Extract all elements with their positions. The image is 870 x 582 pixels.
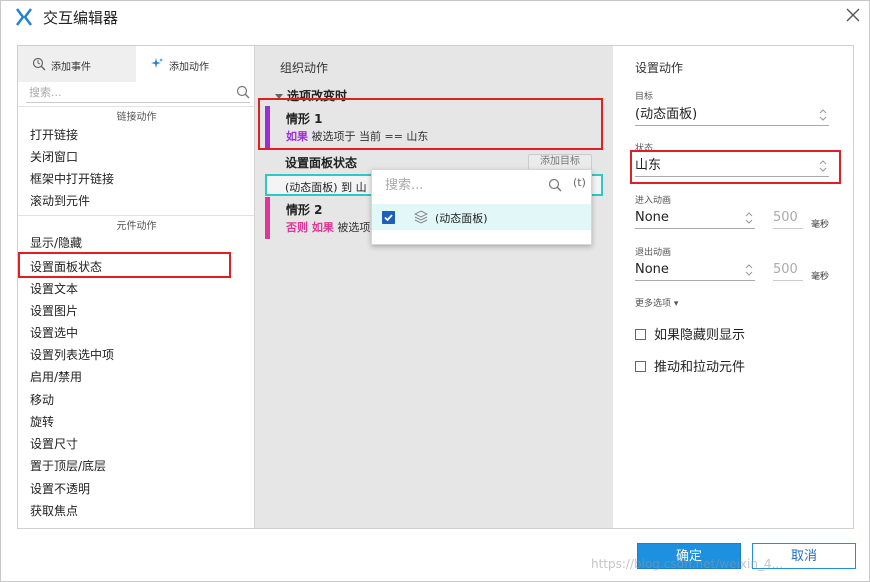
action-search (26, 83, 250, 103)
updown-chevron-icon (819, 160, 827, 172)
enter-anim-label: 进入动画 (635, 196, 672, 206)
action-focus[interactable]: 获取焦点 (30, 501, 78, 521)
tab-add-action[interactable]: 添加动作 (136, 46, 254, 82)
case-2-color-bar (265, 197, 270, 239)
enter-duration-unit: 毫秒 (811, 220, 830, 230)
action-open-in-frame[interactable]: 框架中打开链接 (30, 169, 114, 189)
configure-action-panel: 设置动作 目标 (动态面板) 状态 山东 进入动画 None 500 毫秒 退出… (613, 46, 853, 528)
updown-chevron-icon (819, 109, 827, 121)
exit-anim-value: None (635, 262, 669, 277)
action-set-size[interactable]: 设置尺寸 (30, 434, 78, 454)
divider (18, 215, 254, 216)
case-1-color-bar (265, 106, 270, 148)
tab-add-action-label: 添加动作 (169, 62, 209, 73)
checkbox-box[interactable] (635, 329, 646, 340)
tab-add-event[interactable]: 添加事件 (18, 46, 136, 82)
action-row-text: (动态面板) 到 山 (285, 181, 367, 194)
action-set-text[interactable]: 设置文本 (30, 279, 78, 299)
action-close-window[interactable]: 关闭窗口 (30, 147, 78, 167)
action-search-input[interactable] (26, 83, 216, 101)
action-enable-disable[interactable]: 启用/禁用 (30, 367, 82, 387)
case-1-condition: 如果 被选项于 当前 == 山东 (286, 130, 429, 143)
organize-actions-title: 组织动作 (280, 61, 329, 75)
checkbox-checked-icon[interactable] (382, 211, 395, 224)
action-bring-front-back[interactable]: 置于顶层/底层 (30, 456, 106, 476)
exit-duration-input[interactable]: 500 (773, 259, 803, 281)
case-2-name: 情形 2 (286, 203, 323, 217)
watermark-text: https://blog.csdn.net/weixin_4... (591, 557, 784, 571)
more-options-toggle[interactable]: 更多选项 ▾ (635, 296, 678, 309)
interaction-editor-dialog: 交互编辑器 添加事件 添加动作 搜索... 链接动作 打开链接 关闭窗口 框架中… (0, 0, 870, 582)
action-show-hide[interactable]: 显示/隐藏 (30, 233, 82, 253)
popup-option-row[interactable]: (动态面板) (372, 204, 591, 230)
target-dropdown-popup: 搜索... (t) (动态面板) (371, 169, 592, 245)
exit-duration-unit: 毫秒 (811, 272, 830, 282)
sparkle-icon (151, 58, 163, 68)
action-name: 设置面板状态 (285, 156, 358, 170)
panel-tabs: 添加事件 添加动作 (18, 46, 254, 82)
search-icon[interactable] (548, 178, 562, 192)
case-1-name: 情形 1 (286, 112, 323, 126)
event-header[interactable]: 选项改变时 (275, 87, 347, 104)
action-open-link[interactable]: 打开链接 (30, 125, 78, 145)
state-label: 状态 (635, 144, 654, 154)
tab-add-event-label: 添加事件 (51, 62, 91, 73)
close-icon[interactable] (845, 7, 861, 23)
title-bar: 交互编辑器 (1, 1, 869, 33)
popup-option-label: (动态面板) (435, 212, 488, 225)
popup-filter-t[interactable]: (t) (573, 176, 586, 189)
case-2-condition: 否则 如果 被选项 (286, 221, 371, 234)
action-rotate[interactable]: 旋转 (30, 412, 54, 432)
action-set-panel-state[interactable]: 设置面板状态 (30, 257, 102, 277)
enter-anim-value: None (635, 210, 669, 225)
enter-anim-select[interactable]: None (635, 207, 755, 229)
push-pull-checkbox[interactable]: 推动和拉动元件 (635, 356, 745, 375)
event-name: 选项改变时 (287, 89, 348, 103)
configure-action-title: 设置动作 (635, 61, 684, 75)
window-title: 交互编辑器 (43, 9, 119, 27)
exit-anim-label: 退出动画 (635, 248, 672, 258)
group-title-widget: 元件动作 (116, 221, 157, 232)
action-move[interactable]: 移动 (30, 390, 54, 410)
action-scroll-to[interactable]: 滚动到元件 (30, 191, 90, 211)
show-if-hidden-checkbox[interactable]: 如果隐藏则显示 (635, 324, 745, 343)
state-value: 山东 (635, 158, 662, 173)
checkbox-box[interactable] (635, 361, 646, 372)
actions-panel: 添加事件 添加动作 链接动作 打开链接 (18, 46, 255, 528)
add-target-button[interactable]: 添加目标 (528, 154, 592, 170)
search-icon[interactable] (236, 85, 250, 99)
organize-actions-panel: 组织动作 选项改变时 情形 1 如果 被选项于 当前 == 山东 设置面板状态 … (255, 46, 613, 528)
updown-chevron-icon (745, 212, 753, 224)
action-set-list-selection[interactable]: 设置列表选中项 (30, 345, 114, 365)
layers-icon (414, 210, 428, 224)
editor-content: 添加事件 添加动作 链接动作 打开链接 (17, 45, 854, 529)
action-set-opacity[interactable]: 设置不透明 (30, 479, 90, 499)
group-title-link: 链接动作 (116, 112, 157, 123)
enter-duration-input[interactable]: 500 (773, 207, 803, 229)
axure-logo-icon (16, 8, 32, 26)
collapse-caret-icon (275, 94, 283, 99)
action-set-selected[interactable]: 设置选中 (30, 323, 78, 343)
popup-search-input[interactable]: 搜索... (385, 175, 561, 197)
event-icon (32, 57, 46, 71)
action-set-image[interactable]: 设置图片 (30, 301, 78, 321)
target-label: 目标 (635, 92, 654, 102)
divider (18, 106, 254, 107)
exit-anim-select[interactable]: None (635, 259, 755, 281)
case-1[interactable]: 情形 1 如果 被选项于 当前 == 山东 (265, 106, 603, 148)
target-value: (动态面板) (635, 107, 698, 122)
state-select[interactable]: 山东 (635, 155, 829, 177)
updown-chevron-icon (745, 264, 753, 276)
target-select[interactable]: (动态面板) (635, 104, 829, 126)
